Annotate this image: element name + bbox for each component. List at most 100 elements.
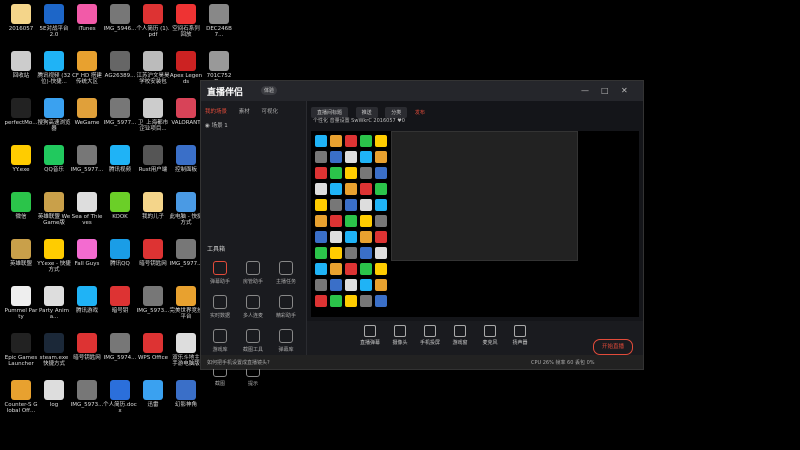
toolbar-button[interactable]: 扬声器: [507, 325, 533, 346]
desktop-icon[interactable]: 卫_上海都市 企业项目...: [136, 98, 170, 140]
toolbar-button-icon: [364, 325, 376, 337]
desktop-icon[interactable]: 腾讯QQ: [103, 239, 137, 281]
desktop-icon[interactable]: CF HD 搭建 传统大区: [70, 51, 104, 93]
desktop-icon[interactable]: 个人简历.docx: [103, 380, 137, 422]
version-badge[interactable]: 体验: [261, 86, 278, 95]
desktop-icon[interactable]: 腾讯视频 (32位)-快捷...: [37, 51, 71, 93]
desktop-icon-label: 暗号钥匙网: [139, 261, 167, 267]
preview-thumbnail: [360, 135, 372, 147]
tool-item[interactable]: 精彩助手: [271, 295, 301, 321]
publish-link[interactable]: 发布: [415, 109, 425, 116]
desktop-icon[interactable]: DEC246B7...: [202, 4, 236, 46]
tool-item[interactable]: 截图工具: [238, 329, 268, 355]
desktop-icon[interactable]: IMG_5977...: [70, 145, 104, 187]
go-live-button[interactable]: 开始直播: [593, 339, 633, 355]
desktop-icon[interactable]: 暗号钥: [103, 286, 137, 328]
tool-item[interactable]: 多人连麦: [238, 295, 268, 321]
status-hint[interactable]: 如何把手机设置成直播镜头?: [207, 359, 270, 366]
desktop-icon-label: IMG_5977...: [70, 167, 104, 173]
desktop-icon[interactable]: Pummel Party: [4, 286, 38, 328]
minimize-icon[interactable]: —: [581, 86, 589, 95]
desktop-icon[interactable]: Rust用户端: [136, 145, 170, 187]
desktop-icon[interactable]: 腾讯游戏: [70, 286, 104, 328]
preview-thumbnail: [375, 151, 387, 163]
desktop-icon[interactable]: 我的儿子: [136, 192, 170, 234]
tool-item[interactable]: 弹幕库: [271, 329, 301, 355]
desktop-icon[interactable]: 英雄联盟: [4, 239, 38, 281]
desktop-icon[interactable]: YY.exe: [4, 145, 38, 187]
tool-label: 多人连麦: [242, 313, 263, 319]
eye-icon[interactable]: ◉: [205, 123, 210, 129]
desktop-icon[interactable]: 2016057: [4, 4, 38, 46]
toolbar-button[interactable]: 麦克风: [477, 325, 503, 346]
desktop-icon[interactable]: 微信: [4, 192, 38, 234]
desktop-icon-label: KOOK: [112, 214, 128, 220]
tool-item[interactable]: 实时数据: [205, 295, 235, 321]
desktop-icon[interactable]: 完美世界竞技平台: [169, 286, 203, 328]
preview-thumbnail: [375, 167, 387, 179]
desktop-icon[interactable]: 江苏沪文昊昊 学校安装包: [136, 51, 170, 93]
desktop-icon[interactable]: 双乐斗地主 手游电脑版: [169, 333, 203, 375]
desktop-icon[interactable]: VALORANT: [169, 98, 203, 140]
desktop-icon-label: IMG_5946...: [103, 26, 137, 32]
desktop-icon[interactable]: IMG_5974...: [103, 333, 137, 375]
desktop-icon[interactable]: 迅雷: [136, 380, 170, 422]
tool-item[interactable]: 房管助手: [238, 261, 268, 287]
toolbar-button[interactable]: 直播弹幕: [357, 325, 383, 346]
desktop-icon[interactable]: IMG_5973...: [70, 380, 104, 422]
desktop-icon[interactable]: perfectMo...: [4, 98, 38, 140]
tool-item[interactable]: 主播任务: [271, 261, 301, 287]
desktop-icon[interactable]: IMG_5977...: [103, 98, 137, 140]
desktop-icon[interactable]: 5E对战平台 2.0: [37, 4, 71, 46]
desktop-icon[interactable]: Counter-S Global Off...: [4, 380, 38, 422]
toolbar-button[interactable]: 游戏窗: [447, 325, 473, 346]
desktop-icon[interactable]: Sea of Thieves: [70, 192, 104, 234]
desktop-icon-label: Counter-S Global Off...: [4, 402, 38, 414]
desktop-icon[interactable]: 此电脑 - 快捷方式: [169, 192, 203, 234]
toolbar-button[interactable]: 手机投屏: [417, 325, 443, 346]
toolbar-button[interactable]: 摄像头: [387, 325, 413, 346]
tool-label: 游戏库: [212, 347, 228, 353]
scene-item[interactable]: ◉ 场景 1: [205, 121, 228, 129]
desktop-icon[interactable]: 空间石系列 回放: [169, 4, 203, 46]
desktop-icon[interactable]: 搜狗高速浏览器: [37, 98, 71, 140]
tab-material[interactable]: 素材: [239, 107, 250, 115]
close-icon[interactable]: ✕: [621, 86, 628, 95]
tab-visual[interactable]: 可视化: [262, 107, 279, 115]
preview-thumbnail: [345, 199, 357, 211]
desktop-icon[interactable]: Fall Guys: [70, 239, 104, 281]
desktop-icon[interactable]: 控制面板: [169, 145, 203, 187]
app-icon: [143, 380, 163, 400]
app-icon: [143, 98, 163, 118]
maximize-icon[interactable]: □: [601, 86, 609, 95]
desktop-icon[interactable]: KOOK: [103, 192, 137, 234]
desktop-icon[interactable]: 暗号钥匙网: [136, 239, 170, 281]
desktop-icon[interactable]: IMG_5977...: [169, 239, 203, 281]
desktop-icon[interactable]: log: [37, 380, 71, 422]
desktop-icon[interactable]: AG26389...: [103, 51, 137, 93]
app-icon: [110, 145, 130, 165]
desktop-icon[interactable]: 幻影神角: [169, 380, 203, 422]
desktop-icon[interactable]: QQ音乐: [37, 145, 71, 187]
stream-preview[interactable]: [311, 131, 639, 317]
preview-thumbnail: [330, 215, 342, 227]
desktop-icon[interactable]: steam.exe 快捷方式: [37, 333, 71, 375]
desktop-icon[interactable]: 英雄联盟 WeGame版: [37, 192, 71, 234]
tab-my-scene[interactable]: 我的场景: [205, 107, 227, 115]
tool-item[interactable]: 弹幕助手: [205, 261, 235, 287]
tool-item[interactable]: 游戏库: [205, 329, 235, 355]
desktop-icon[interactable]: Epic Games Launcher: [4, 333, 38, 375]
desktop-icon[interactable]: IMG_5946...: [103, 4, 137, 46]
desktop-icon[interactable]: YY.exe - 快捷方式: [37, 239, 71, 281]
desktop-icon[interactable]: WPS Office: [136, 333, 170, 375]
desktop-icon[interactable]: 个人简历 (1).pdf: [136, 4, 170, 46]
desktop-icon[interactable]: IMG_5973...: [136, 286, 170, 328]
desktop-icon[interactable]: Party Anima...: [37, 286, 71, 328]
desktop-icon[interactable]: 回收站: [4, 51, 38, 93]
desktop-icon[interactable]: 暗号钥匙网: [70, 333, 104, 375]
desktop-icon[interactable]: iTunes: [70, 4, 104, 46]
desktop-icon[interactable]: 腾讯视频: [103, 145, 137, 187]
desktop-icon[interactable]: Apex Legends: [169, 51, 203, 93]
toolbar-button-icon: [514, 325, 526, 337]
desktop-icon[interactable]: WeGame: [70, 98, 104, 140]
